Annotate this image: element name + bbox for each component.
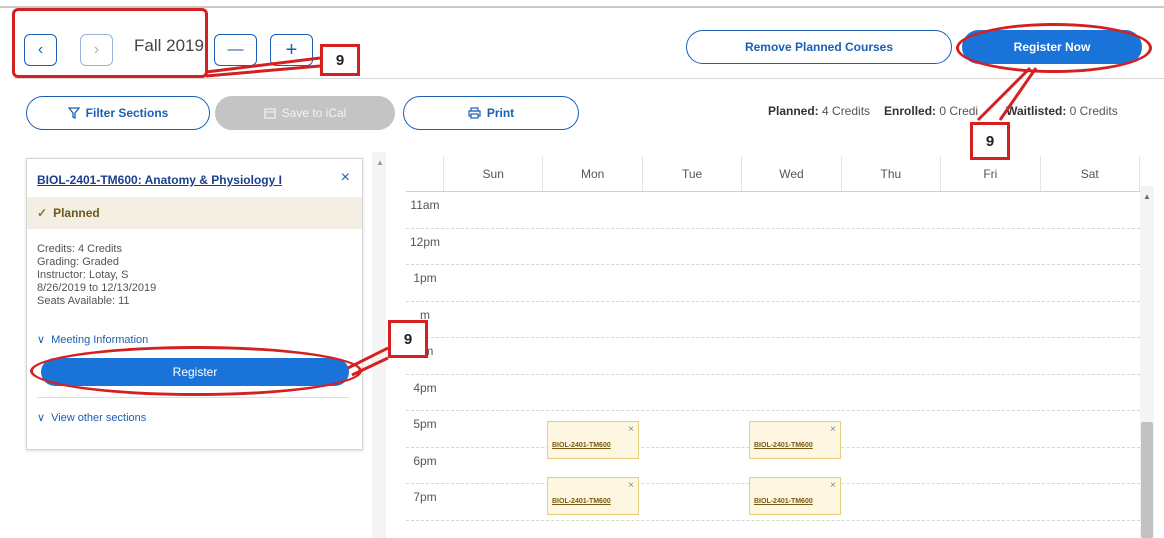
planned-credits: 4 Credits — [822, 104, 871, 118]
course-card: BIOL-2401-TM600: Anatomy & Physiology I … — [26, 158, 363, 450]
close-icon[interactable]: × — [628, 424, 634, 435]
hour-label: 6pm — [413, 453, 437, 468]
day-header-mon: Mon — [543, 156, 643, 191]
day-header-tue: Tue — [643, 156, 743, 191]
instructor-line: Instructor: Lotay, S — [37, 269, 129, 281]
dates-line: 8/26/2019 to 12/13/2019 — [37, 282, 157, 294]
remove-planned-courses-button[interactable]: Remove Planned Courses — [686, 30, 952, 64]
hour-row: 4pm — [406, 375, 1140, 411]
annotation-step-label: 9 — [320, 44, 360, 76]
plus-icon: + — [285, 38, 298, 61]
calendar-event[interactable]: × BIOL-2401-TM600 — [547, 477, 639, 515]
chevron-down-icon: ∨ — [37, 334, 46, 346]
annotation-step-label: 9 — [970, 122, 1010, 160]
hour-label: 5pm — [413, 417, 437, 431]
scroll-up-icon[interactable]: ▲ — [1143, 192, 1151, 201]
hour-row: pm — [406, 338, 1140, 375]
hour-label: 7pm — [413, 490, 437, 504]
close-icon[interactable]: × — [341, 169, 350, 187]
day-header-thu: Thu — [842, 156, 942, 191]
hour-row: 11am — [406, 192, 1140, 229]
filter-sections-button[interactable]: Filter Sections — [26, 96, 210, 130]
day-header-fri: Fri — [941, 156, 1041, 191]
event-label[interactable]: BIOL-2401-TM600 — [552, 498, 611, 505]
print-button[interactable]: Print — [403, 96, 579, 130]
save-to-ical-button: Save to iCal — [215, 96, 395, 130]
calendar-icon — [264, 108, 276, 119]
hour-label: 1pm — [413, 271, 437, 285]
filter-icon — [67, 107, 80, 119]
credits-summary: Planned: 4 Credits Enrolled: 0 Credi Waitl… — [768, 104, 1118, 118]
left-scrollbar[interactable] — [372, 152, 386, 538]
hour-label: 4pm — [413, 380, 437, 395]
hour-row: 12pm — [406, 229, 1140, 265]
meeting-information-toggle[interactable]: ∨ Meeting Information — [37, 333, 148, 347]
hour-label: 12pm — [409, 234, 441, 249]
minus-icon: — — [227, 41, 244, 58]
close-icon[interactable]: × — [628, 480, 634, 491]
status-banner: ✓ Planned — [27, 197, 362, 229]
calendar-scroll-thumb[interactable] — [1141, 422, 1153, 538]
event-label[interactable]: BIOL-2401-TM600 — [754, 498, 813, 505]
event-label[interactable]: BIOL-2401-TM600 — [754, 442, 813, 449]
calendar-event[interactable]: × BIOL-2401-TM600 — [547, 421, 639, 459]
scroll-up-icon[interactable]: ▲ — [376, 158, 384, 167]
course-details: Credits: 4 Credits Grading: Graded Instr… — [37, 243, 156, 308]
add-term-button[interactable]: + — [270, 34, 313, 66]
annotation-register-now-highlight — [956, 23, 1152, 73]
weekly-calendar: Sun Mon Tue Wed Thu Fri Sat 11am 12pm 1pm m… — [406, 156, 1140, 538]
calendar-header: Sun Mon Tue Wed Thu Fri Sat — [406, 156, 1140, 192]
chevron-down-icon: ∨ — [37, 412, 46, 424]
annotation-term-highlight — [12, 8, 208, 78]
day-header-sun: Sun — [444, 156, 544, 191]
day-header-sat: Sat — [1041, 156, 1140, 191]
enrolled-credits: 0 Credi — [939, 104, 979, 118]
grading-line: Grading: Graded — [37, 256, 119, 268]
hour-row: m — [406, 302, 1140, 338]
hour-row: 1pm — [406, 265, 1140, 302]
credits-line: Credits: 4 Credits — [37, 243, 122, 255]
calendar-event[interactable]: × BIOL-2401-TM600 — [749, 477, 841, 515]
printer-icon — [468, 107, 481, 119]
close-icon[interactable]: × — [830, 424, 836, 435]
hour-label: 11am — [410, 198, 440, 212]
view-other-sections-toggle[interactable]: ∨ View other sections — [37, 411, 146, 425]
course-title-link[interactable]: BIOL-2401-TM600: Anatomy & Physiology I — [37, 173, 282, 187]
card-divider — [37, 397, 349, 398]
day-header-wed: Wed — [742, 156, 842, 191]
annotation-step-label: 9 — [388, 320, 428, 358]
check-icon: ✓ — [37, 206, 48, 220]
close-icon[interactable]: × — [830, 480, 836, 491]
waitlisted-credits: 0 Credits — [1069, 104, 1118, 118]
annotation-register-highlight — [30, 346, 362, 396]
seats-line: Seats Available: 11 — [37, 295, 130, 307]
remove-term-button[interactable]: — — [214, 34, 257, 66]
header-divider — [14, 78, 1164, 79]
status-label: Planned — [53, 206, 100, 220]
calendar-event[interactable]: × BIOL-2401-TM600 — [749, 421, 841, 459]
event-label[interactable]: BIOL-2401-TM600 — [552, 442, 611, 449]
